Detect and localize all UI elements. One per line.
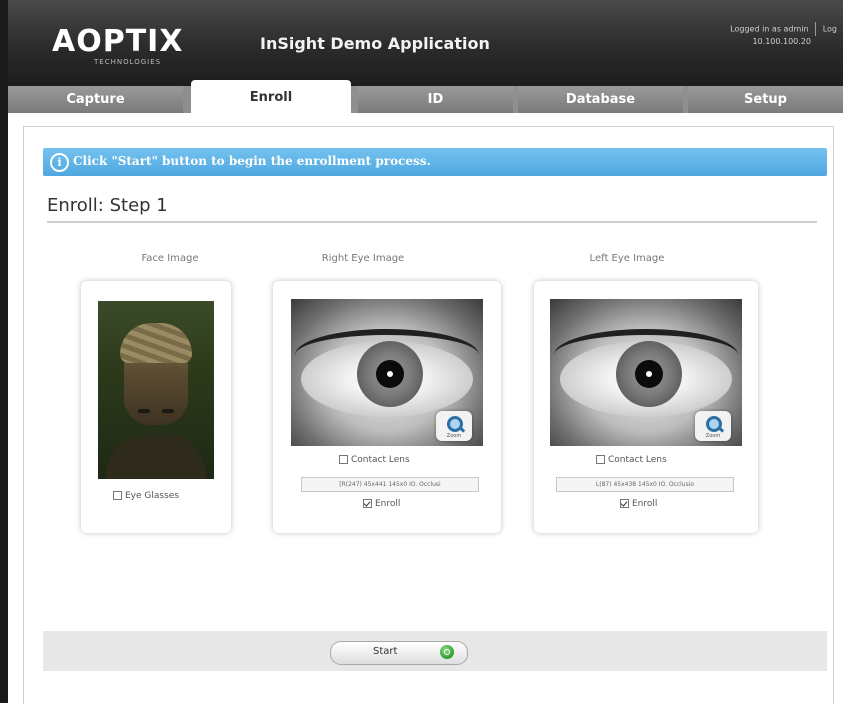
face-image bbox=[98, 301, 214, 479]
info-banner: i Click "Start" button to begin the enro… bbox=[43, 148, 827, 176]
go-icon bbox=[440, 645, 454, 659]
left-enroll-label: Enroll bbox=[632, 499, 658, 509]
face-panel: Eye Glasses bbox=[81, 281, 231, 533]
login-ip-text: 10.100.100.20 bbox=[752, 37, 811, 46]
title-divider bbox=[47, 221, 817, 223]
right-enroll-checkbox[interactable] bbox=[363, 499, 372, 508]
left-enroll-option[interactable]: Enroll bbox=[620, 499, 657, 509]
start-button[interactable]: Start bbox=[330, 641, 468, 665]
login-separator bbox=[815, 22, 817, 36]
right-eye-zoom-button[interactable]: Zoom bbox=[436, 411, 472, 441]
right-eye-image: Zoom bbox=[291, 299, 483, 446]
tab-id[interactable]: ID bbox=[358, 86, 513, 113]
right-contact-lens-checkbox[interactable] bbox=[339, 455, 348, 464]
window-left-border bbox=[0, 0, 8, 703]
right-enroll-label: Enroll bbox=[375, 499, 401, 509]
enroll-content-panel: i Click "Start" button to begin the enro… bbox=[23, 126, 834, 704]
eye-glasses-option[interactable]: Eye Glasses bbox=[113, 491, 179, 501]
eye-glasses-checkbox[interactable] bbox=[113, 491, 122, 500]
right-eye-quality-field: [R(247) 45x441 145x0 IO. Occlusi bbox=[301, 477, 479, 492]
login-user-text: Logged in as admin bbox=[730, 24, 809, 34]
left-contact-lens-checkbox[interactable] bbox=[596, 455, 605, 464]
app-header: AOPTIX TECHNOLOGIES InSight Demo Applica… bbox=[8, 0, 843, 86]
right-contact-lens-option[interactable]: Contact Lens bbox=[339, 455, 410, 465]
banner-message: Click "Start" button to begin the enroll… bbox=[73, 154, 431, 168]
left-eye-image-label: Left Eye Image bbox=[589, 253, 665, 264]
right-enroll-option[interactable]: Enroll bbox=[363, 499, 400, 509]
start-button-label: Start bbox=[373, 646, 398, 657]
tab-database[interactable]: Database bbox=[518, 86, 683, 113]
right-eye-panel: Zoom Contact Lens [R(247) 45x441 145x0 I… bbox=[273, 281, 501, 533]
left-enroll-checkbox[interactable] bbox=[620, 499, 629, 508]
left-eye-image: Zoom bbox=[550, 299, 742, 446]
tab-enroll[interactable]: Enroll bbox=[191, 80, 351, 113]
left-eye-zoom-button[interactable]: Zoom bbox=[695, 411, 731, 441]
app-title: InSight Demo Application bbox=[260, 34, 490, 53]
action-bar: Start bbox=[43, 631, 827, 671]
face-image-label: Face Image bbox=[141, 253, 199, 264]
left-contact-lens-option[interactable]: Contact Lens bbox=[596, 455, 667, 465]
login-info: Logged in as admin Log 10.100.100.20 bbox=[730, 22, 837, 48]
right-eye-image-label: Right Eye Image bbox=[321, 253, 405, 264]
left-contact-lens-label: Contact Lens bbox=[608, 455, 667, 465]
tab-setup[interactable]: Setup bbox=[688, 86, 843, 113]
left-eye-panel: Zoom Contact Lens L(87) 45x438 145x0 IO.… bbox=[534, 281, 758, 533]
eye-glasses-label: Eye Glasses bbox=[125, 491, 180, 501]
right-contact-lens-label: Contact Lens bbox=[351, 455, 410, 465]
page-title: Enroll: Step 1 bbox=[47, 195, 168, 216]
logout-link[interactable]: Log bbox=[823, 25, 837, 34]
logo-subtext: TECHNOLOGIES bbox=[94, 58, 162, 66]
info-icon: i bbox=[50, 153, 69, 172]
aoptix-logo: AOPTIX bbox=[52, 24, 184, 59]
left-eye-quality-field: L(87) 45x438 145x0 IO. Occlusio bbox=[556, 477, 734, 492]
main-tabbar: Capture Enroll ID Database Setup bbox=[8, 80, 843, 113]
tab-capture[interactable]: Capture bbox=[8, 86, 183, 113]
